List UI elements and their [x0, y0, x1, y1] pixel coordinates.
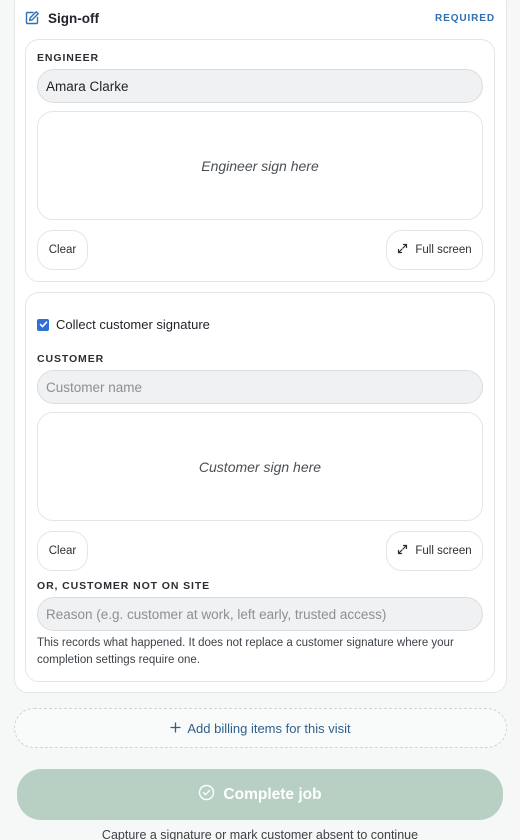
edit-note-icon [24, 10, 40, 26]
collect-customer-label: Collect customer signature [56, 317, 210, 332]
complete-job-label: Complete job [223, 785, 322, 803]
customer-clear-label: Clear [48, 545, 77, 557]
engineer-pad-hint: Engineer sign here [201, 157, 319, 174]
collect-customer-checkbox[interactable] [37, 318, 49, 331]
expand-icon [397, 243, 408, 257]
engineer-clear-button[interactable]: Clear [37, 230, 88, 270]
section-title: Sign-off [48, 10, 99, 26]
customer-label: CUSTOMER [37, 353, 105, 365]
customer-fullscreen-label: Full screen [415, 545, 472, 557]
engineer-signature-pad[interactable]: Engineer sign here [37, 111, 483, 220]
customer-absent-label: OR, CUSTOMER NOT ON SITE [37, 580, 211, 592]
absent-reason-input[interactable] [37, 597, 483, 631]
expand-icon [397, 544, 408, 558]
required-badge: REQUIRED [435, 13, 495, 24]
customer-fullscreen-button[interactable]: Full screen [386, 531, 483, 571]
complete-hint: Capture a signature or mark customer abs… [101, 828, 419, 840]
customer-signature-pad[interactable]: Customer sign here [37, 412, 483, 521]
customer-name-input[interactable] [37, 370, 483, 404]
add-billing-button[interactable]: Add billing items for this visit [14, 708, 507, 748]
engineer-label: ENGINEER [37, 52, 100, 64]
complete-job-button[interactable]: Complete job [17, 769, 503, 820]
add-billing-label: Add billing items for this visit [187, 720, 351, 736]
plus-icon [170, 721, 182, 736]
absent-help-text: This records what happened. It does not … [37, 637, 454, 666]
customer-pad-hint: Customer sign here [198, 458, 322, 475]
customer-clear-button[interactable]: Clear [37, 531, 88, 571]
engineer-fullscreen-button[interactable]: Full screen [386, 230, 483, 270]
engineer-fullscreen-label: Full screen [415, 244, 472, 256]
sign-off-header: Sign-off [24, 10, 99, 26]
engineer-clear-label: Clear [48, 244, 77, 256]
collect-customer-row[interactable]: Collect customer signature [37, 317, 210, 332]
check-circle-icon [198, 784, 215, 806]
engineer-name-input[interactable] [37, 69, 483, 103]
